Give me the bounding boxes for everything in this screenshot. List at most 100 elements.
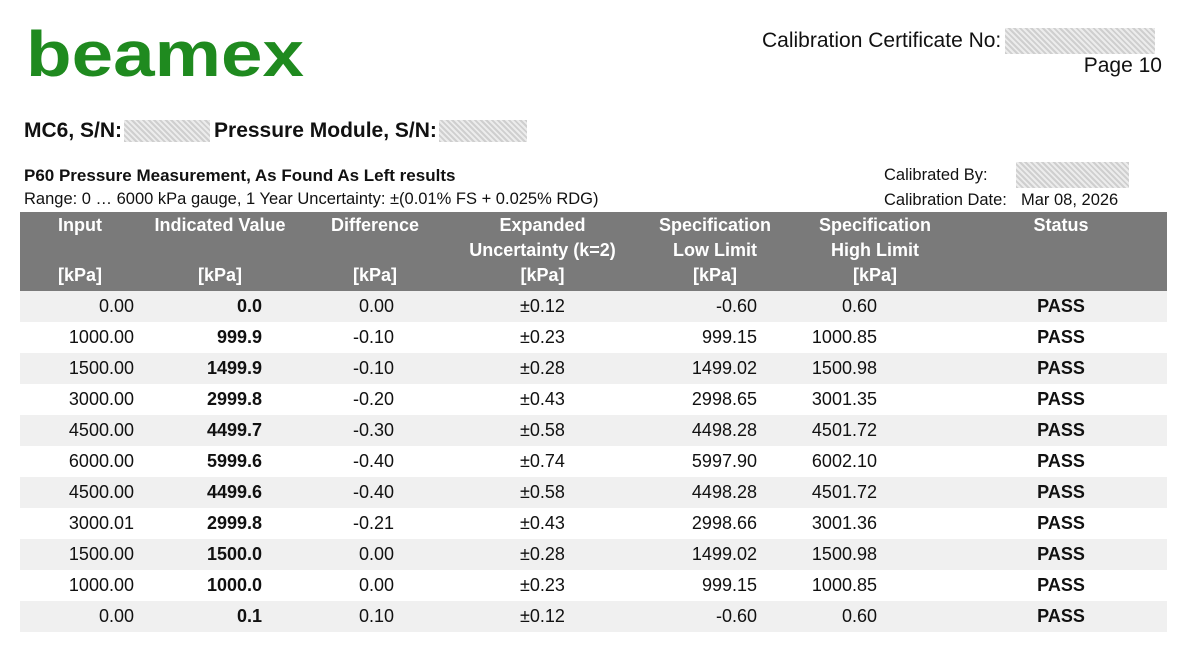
high-limit-cell: 0.60 bbox=[795, 291, 955, 322]
low-limit-cell: 999.15 bbox=[635, 570, 795, 601]
high-limit-cell: 4501.72 bbox=[795, 415, 955, 446]
calibration-date: Mar 08, 2026 bbox=[1021, 191, 1119, 209]
table-row: 1500.00 1500.0 0.00 ±0.28 1499.02 1500.98 PASS bbox=[20, 539, 1167, 570]
calibration-date-label: Calibration Date: bbox=[884, 191, 1007, 209]
status-cell: PASS bbox=[955, 322, 1167, 353]
redacted-calibrated-by bbox=[1016, 162, 1129, 188]
uncertainty-cell: ±0.58 bbox=[450, 477, 635, 508]
indicated-value-cell: 1499.9 bbox=[140, 353, 300, 384]
uncertainty-cell: ±0.28 bbox=[450, 539, 635, 570]
column-header-indicated-value: Indicated Value [kPa] bbox=[140, 212, 300, 291]
status-cell: PASS bbox=[955, 291, 1167, 322]
module-label: Pressure Module, S/N: bbox=[214, 119, 437, 142]
table-row: 0.00 0.0 0.00 ±0.12 -0.60 0.60 PASS bbox=[20, 291, 1167, 322]
low-limit-cell: 2998.66 bbox=[635, 508, 795, 539]
low-limit-cell: -0.60 bbox=[635, 601, 795, 632]
status-cell: PASS bbox=[955, 353, 1167, 384]
table-row: 1000.00 1000.0 0.00 ±0.23 999.15 1000.85 PASS bbox=[20, 570, 1167, 601]
difference-cell: 0.10 bbox=[300, 601, 450, 632]
low-limit-cell: 1499.02 bbox=[635, 353, 795, 384]
uncertainty-cell: ±0.12 bbox=[450, 291, 635, 322]
column-header-uncertainty: Expanded Uncertainty (k=2) [kPa] bbox=[450, 212, 635, 291]
table-row: 6000.00 5999.6 -0.40 ±0.74 5997.90 6002.10 PAS… bbox=[20, 446, 1167, 477]
input-cell: 6000.00 bbox=[20, 446, 140, 477]
high-limit-cell: 6002.10 bbox=[795, 446, 955, 477]
page-number: Page 10 bbox=[1083, 54, 1162, 77]
redacted-module-serial bbox=[438, 120, 527, 142]
indicated-value-cell: 0.1 bbox=[140, 601, 300, 632]
uncertainty-cell: ±0.28 bbox=[450, 353, 635, 384]
status-cell: PASS bbox=[955, 539, 1167, 570]
table-row: 0.00 0.1 0.10 ±0.12 -0.60 0.60 PASS bbox=[20, 601, 1167, 632]
uncertainty-cell: ±0.23 bbox=[450, 570, 635, 601]
status-cell: PASS bbox=[955, 601, 1167, 632]
uncertainty-cell: ±0.74 bbox=[450, 446, 635, 477]
input-cell: 1500.00 bbox=[20, 539, 140, 570]
uncertainty-cell: ±0.23 bbox=[450, 322, 635, 353]
input-cell: 1500.00 bbox=[20, 353, 140, 384]
beamex-logo: beamex bbox=[26, 26, 306, 80]
column-header-high-limit: Specification High Limit [kPa] bbox=[795, 212, 955, 291]
table-row: 4500.00 4499.7 -0.30 ±0.58 4498.28 4501.72 PAS… bbox=[20, 415, 1167, 446]
instrument-label: MC6, S/N: bbox=[24, 119, 123, 142]
low-limit-cell: 4498.28 bbox=[635, 415, 795, 446]
redacted-certificate-number bbox=[1005, 28, 1156, 54]
difference-cell: -0.21 bbox=[300, 508, 450, 539]
column-header-status: Status bbox=[955, 212, 1167, 291]
input-cell: 1000.00 bbox=[20, 322, 140, 353]
procedure-title: P60 Pressure Measurement, As Found As Le… bbox=[24, 166, 456, 185]
input-cell: 4500.00 bbox=[20, 415, 140, 446]
table-row: 4500.00 4499.6 -0.40 ±0.58 4498.28 4501.72 PAS… bbox=[20, 477, 1167, 508]
difference-cell: -0.20 bbox=[300, 384, 450, 415]
redacted-instrument-serial bbox=[124, 120, 211, 142]
indicated-value-cell: 4499.7 bbox=[140, 415, 300, 446]
difference-cell: 0.00 bbox=[300, 539, 450, 570]
table-header-row: Input [kPa] Indicated Value [kPa] Differen… bbox=[20, 212, 1167, 291]
uncertainty-cell: ±0.43 bbox=[450, 508, 635, 539]
status-cell: PASS bbox=[955, 570, 1167, 601]
calibrated-by-label: Calibrated By: bbox=[884, 166, 988, 184]
indicated-value-cell: 1000.0 bbox=[140, 570, 300, 601]
indicated-value-cell: 1500.0 bbox=[140, 539, 300, 570]
high-limit-cell: 3001.35 bbox=[795, 384, 955, 415]
status-cell: PASS bbox=[955, 477, 1167, 508]
difference-cell: -0.10 bbox=[300, 322, 450, 353]
input-cell: 1000.00 bbox=[20, 570, 140, 601]
table-row: 3000.00 2999.8 -0.20 ±0.43 2998.65 3001.35 PAS… bbox=[20, 384, 1167, 415]
indicated-value-cell: 5999.6 bbox=[140, 446, 300, 477]
high-limit-cell: 4501.72 bbox=[795, 477, 955, 508]
status-cell: PASS bbox=[955, 415, 1167, 446]
indicated-value-cell: 999.9 bbox=[140, 322, 300, 353]
difference-cell: -0.10 bbox=[300, 353, 450, 384]
low-limit-cell: 1499.02 bbox=[635, 539, 795, 570]
status-cell: PASS bbox=[955, 446, 1167, 477]
procedure-range: Range: 0 … 6000 kPa gauge, 1 Year Uncert… bbox=[24, 190, 599, 208]
high-limit-cell: 1500.98 bbox=[795, 539, 955, 570]
high-limit-cell: 1000.85 bbox=[795, 570, 955, 601]
input-cell: 4500.00 bbox=[20, 477, 140, 508]
certificate-label: Calibration Certificate No: bbox=[762, 29, 1002, 52]
high-limit-cell: 3001.36 bbox=[795, 508, 955, 539]
logo-wordmark: beamex bbox=[26, 26, 304, 80]
high-limit-cell: 1500.98 bbox=[795, 353, 955, 384]
difference-cell: 0.00 bbox=[300, 570, 450, 601]
low-limit-cell: 999.15 bbox=[635, 322, 795, 353]
uncertainty-cell: ±0.12 bbox=[450, 601, 635, 632]
uncertainty-cell: ±0.58 bbox=[450, 415, 635, 446]
low-limit-cell: -0.60 bbox=[635, 291, 795, 322]
high-limit-cell: 0.60 bbox=[795, 601, 955, 632]
indicated-value-cell: 2999.8 bbox=[140, 508, 300, 539]
low-limit-cell: 4498.28 bbox=[635, 477, 795, 508]
column-header-input: Input [kPa] bbox=[20, 212, 140, 291]
difference-cell: 0.00 bbox=[300, 291, 450, 322]
input-cell: 3000.01 bbox=[20, 508, 140, 539]
table-row: 1500.00 1499.9 -0.10 ±0.28 1499.02 1500.98 PAS… bbox=[20, 353, 1167, 384]
certificate-number: Calibration Certificate No: bbox=[762, 28, 1156, 54]
table-row: 1000.00 999.9 -0.10 ±0.23 999.15 1000.85 PASS bbox=[20, 322, 1167, 353]
input-cell: 0.00 bbox=[20, 291, 140, 322]
device-line: MC6, S/N: Pressure Module, S/N: bbox=[24, 119, 531, 143]
column-header-difference: Difference [kPa] bbox=[300, 212, 450, 291]
indicated-value-cell: 4499.6 bbox=[140, 477, 300, 508]
column-header-low-limit: Specification Low Limit [kPa] bbox=[635, 212, 795, 291]
table-row: 3000.01 2999.8 -0.21 ±0.43 2998.66 3001.36 PAS… bbox=[20, 508, 1167, 539]
